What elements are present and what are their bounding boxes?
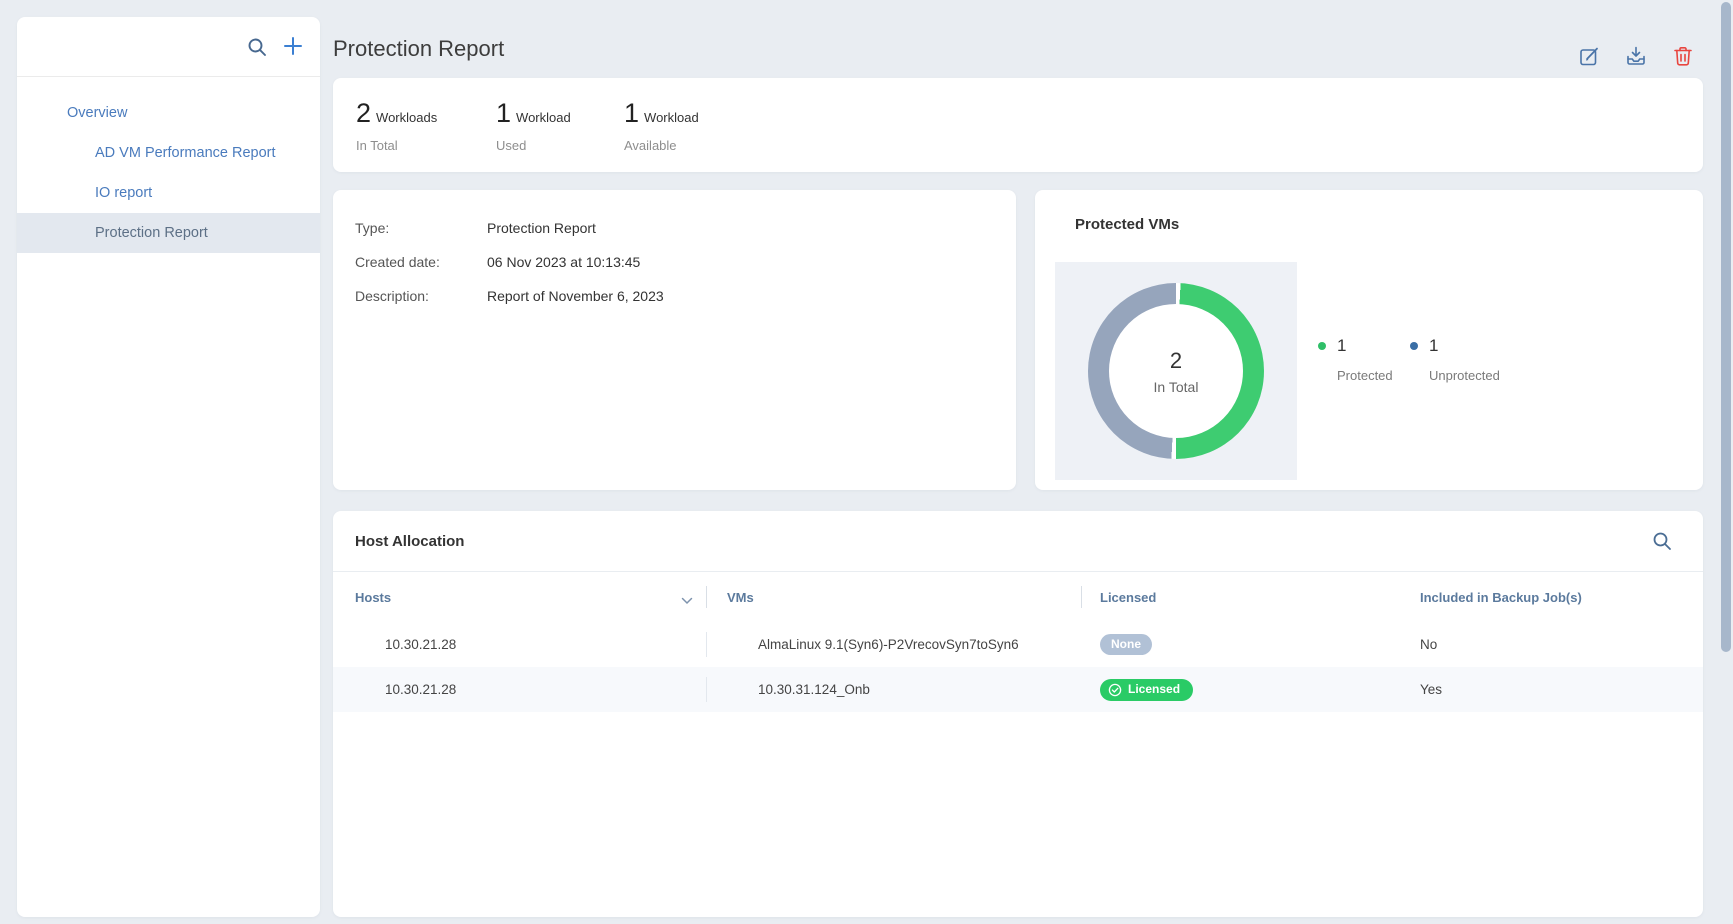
donut-chart-panel: 2 In Total bbox=[1055, 262, 1297, 480]
table-row[interactable]: 10.30.21.28 AlmaLinux 9.1(Syn6)-P2Vrecov… bbox=[333, 622, 1703, 667]
detail-label: Description: bbox=[355, 286, 487, 306]
sidebar-item-overview[interactable]: Overview bbox=[17, 93, 320, 133]
cell-licensed: None bbox=[1082, 622, 1413, 667]
edit-report-button[interactable] bbox=[1577, 44, 1601, 68]
cell-host: 10.30.21.28 bbox=[333, 667, 707, 712]
host-allocation-card: Host Allocation Hosts VMs Licensed bbox=[333, 511, 1703, 917]
sidebar-item-protection-report[interactable]: Protection Report bbox=[17, 213, 320, 253]
sidebar-item-ad-vm-performance-report[interactable]: AD VM Performance Report bbox=[17, 133, 320, 173]
app-window: { "sidebar": { "items": [ { "label": "Ov… bbox=[0, 0, 1733, 924]
add-report-icon[interactable] bbox=[280, 33, 306, 64]
cell-vm: AlmaLinux 9.1(Syn6)-P2VrecovSyn7toSyn6 bbox=[707, 622, 1082, 667]
page-title: Protection Report bbox=[333, 36, 504, 62]
cell-included: Yes bbox=[1413, 667, 1703, 712]
main-content: Protection Report bbox=[333, 0, 1703, 924]
detail-label: Created date: bbox=[355, 252, 487, 272]
stat-used-workloads: 1 Workload Used bbox=[496, 98, 624, 172]
column-header-vms: VMs bbox=[707, 572, 1082, 622]
stat-total-workloads: 2 Workloads In Total bbox=[356, 98, 496, 172]
stat-value: 2 bbox=[356, 98, 371, 129]
column-header-licensed: Licensed bbox=[1082, 572, 1413, 622]
report-details-card: Type: Protection Report Created date: 06… bbox=[333, 190, 1016, 490]
download-icon bbox=[1624, 56, 1648, 71]
export-report-button[interactable] bbox=[1624, 44, 1648, 68]
column-header-label: Licensed bbox=[1100, 590, 1156, 605]
chevron-down-icon[interactable] bbox=[681, 593, 693, 608]
license-status-badge: None bbox=[1100, 634, 1152, 655]
stat-value: 1 bbox=[624, 98, 639, 129]
pencil-icon bbox=[1577, 56, 1601, 71]
host-allocation-title: Host Allocation bbox=[355, 533, 464, 550]
trash-icon bbox=[1671, 56, 1695, 71]
workload-summary-card: 2 Workloads In Total 1 Workload Used 1 W… bbox=[333, 78, 1703, 172]
table-row[interactable]: 10.30.21.28 10.30.31.124_Onb Licensed Ye… bbox=[333, 667, 1703, 712]
sidebar-header bbox=[17, 17, 320, 77]
detail-row-created-date: Created date: 06 Nov 2023 at 10:13:45 bbox=[355, 252, 1016, 272]
legend-dot-unprotected bbox=[1410, 342, 1418, 350]
column-header-label: VMs bbox=[727, 590, 754, 605]
detail-value: 06 Nov 2023 at 10:13:45 bbox=[487, 252, 640, 272]
stat-unit: Workload bbox=[516, 110, 571, 125]
donut-center: 2 In Total bbox=[1109, 304, 1243, 438]
table-search-icon[interactable] bbox=[1651, 530, 1673, 557]
stat-label: Used bbox=[496, 138, 624, 153]
donut-chart: 2 In Total bbox=[1088, 283, 1264, 459]
donut-legend: 1 Protected 1 Unprotected bbox=[1318, 336, 1502, 383]
check-circle-icon bbox=[1108, 683, 1122, 697]
cell-vm: 10.30.31.124_Onb bbox=[707, 667, 1082, 712]
legend-value: 1 bbox=[1337, 336, 1346, 356]
legend-label: Unprotected bbox=[1429, 368, 1502, 383]
report-nav: Overview AD VM Performance Report IO rep… bbox=[17, 77, 320, 253]
report-sidebar: Overview AD VM Performance Report IO rep… bbox=[17, 17, 320, 917]
legend-dot-protected bbox=[1318, 342, 1326, 350]
cell-host: 10.30.21.28 bbox=[333, 622, 707, 667]
column-header-label: Hosts bbox=[355, 590, 391, 605]
vertical-scrollbar[interactable] bbox=[1721, 2, 1731, 652]
stat-label: Available bbox=[624, 138, 699, 153]
detail-row-type: Type: Protection Report bbox=[355, 218, 1016, 238]
stat-available-workloads: 1 Workload Available bbox=[624, 98, 699, 172]
legend-value: 1 bbox=[1429, 336, 1438, 356]
stat-unit: Workloads bbox=[376, 110, 437, 125]
stat-label: In Total bbox=[356, 138, 496, 153]
table-header-row: Hosts VMs Licensed Included in Backup Jo… bbox=[333, 572, 1703, 622]
detail-value: Report of November 6, 2023 bbox=[487, 286, 664, 306]
donut-total-value: 2 bbox=[1170, 348, 1182, 374]
detail-value: Protection Report bbox=[487, 218, 596, 238]
legend-label: Protected bbox=[1337, 368, 1410, 383]
protected-vms-card: Protected VMs 2 In Total 1 Protected bbox=[1035, 190, 1703, 490]
column-header-label: Included in Backup Job(s) bbox=[1420, 590, 1582, 605]
host-allocation-header: Host Allocation bbox=[333, 511, 1703, 572]
report-actions bbox=[1577, 44, 1695, 68]
sidebar-item-io-report[interactable]: IO report bbox=[17, 173, 320, 213]
column-header-included: Included in Backup Job(s) bbox=[1413, 572, 1703, 622]
stat-unit: Workload bbox=[644, 110, 699, 125]
donut-total-label: In Total bbox=[1154, 379, 1199, 395]
legend-item-protected: 1 Protected bbox=[1318, 336, 1410, 383]
detail-label: Type: bbox=[355, 218, 487, 238]
cell-licensed: Licensed bbox=[1082, 667, 1413, 712]
delete-report-button[interactable] bbox=[1671, 44, 1695, 68]
detail-row-description: Description: Report of November 6, 2023 bbox=[355, 286, 1016, 306]
cell-included: No bbox=[1413, 622, 1703, 667]
stat-value: 1 bbox=[496, 98, 511, 129]
license-status-badge: Licensed bbox=[1100, 679, 1193, 701]
protected-vms-title: Protected VMs bbox=[1075, 216, 1179, 233]
search-icon[interactable] bbox=[246, 36, 268, 63]
column-header-hosts[interactable]: Hosts bbox=[333, 572, 707, 622]
legend-item-unprotected: 1 Unprotected bbox=[1410, 336, 1502, 383]
